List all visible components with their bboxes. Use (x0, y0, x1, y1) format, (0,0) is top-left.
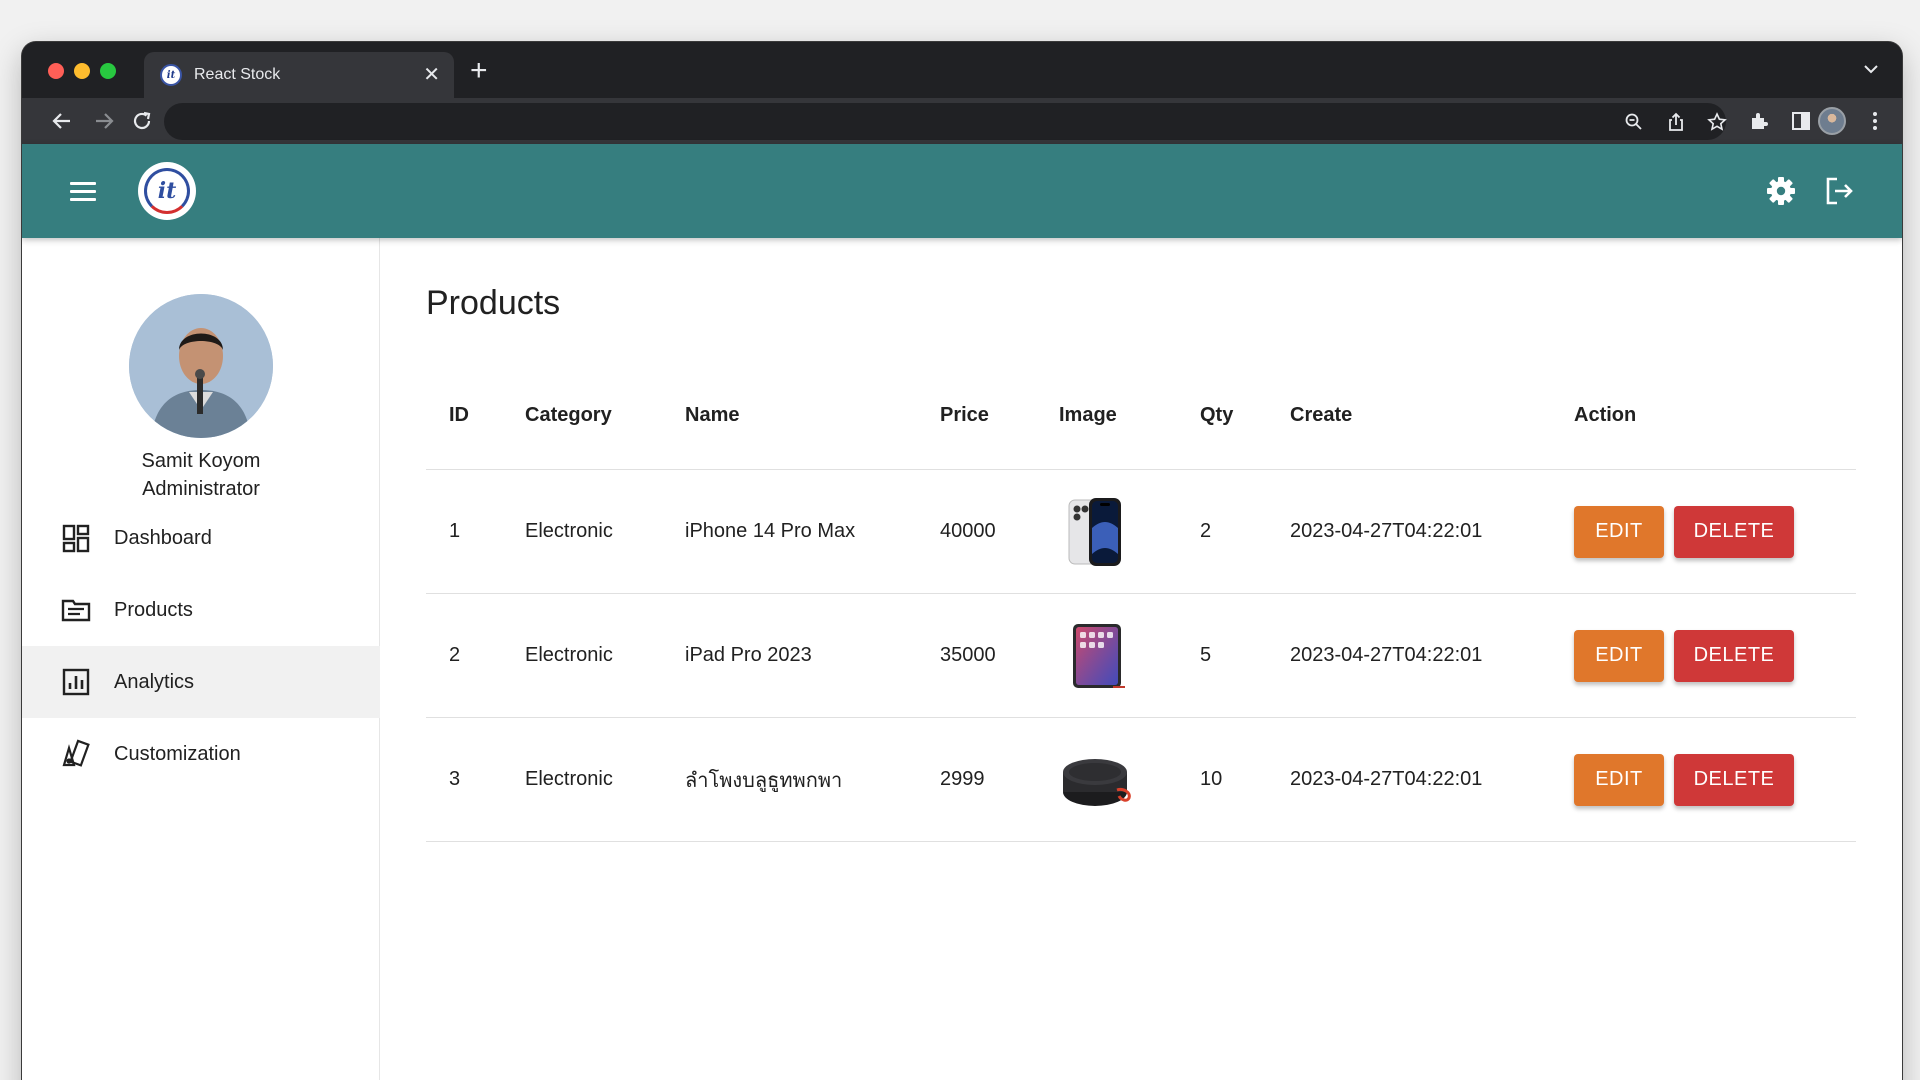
bookmark-star-icon[interactable] (1707, 112, 1727, 132)
minimize-window-button[interactable] (74, 63, 90, 79)
edit-button[interactable]: EDIT (1574, 629, 1664, 682)
settings-gear-icon[interactable] (1764, 174, 1798, 208)
side-panel-icon[interactable] (1790, 110, 1812, 132)
column-header-price[interactable]: Price (940, 362, 989, 469)
delete-button[interactable]: DELETE (1674, 753, 1794, 806)
reload-button[interactable] (128, 107, 156, 135)
maximize-window-button[interactable] (100, 63, 116, 79)
cell-image (1059, 718, 1135, 841)
address-bar[interactable] (164, 103, 1727, 140)
delete-button[interactable]: DELETE (1674, 505, 1794, 558)
cell-image (1059, 470, 1135, 593)
new-tab-button[interactable]: + (470, 56, 488, 86)
cell-price: 40000 (940, 520, 996, 542)
favicon-icon: it (160, 64, 182, 86)
column-header-image[interactable]: Image (1059, 362, 1117, 469)
profile-avatar[interactable] (1818, 107, 1846, 135)
cell-qty: 2 (1200, 520, 1212, 542)
products-table: ID Category Name Price Image Qty Create … (426, 362, 1856, 842)
cell-action: EDIT DELETE (1574, 718, 1794, 841)
sidebar-item-products[interactable]: Products (22, 574, 380, 646)
cell-name: ลำโพงบลูธูทพกพา (685, 769, 843, 792)
browser-window: it React Stock ✕ + it Samit Koyom Admini… (22, 42, 1902, 1080)
cell-name: iPhone 14 Pro Max (685, 520, 856, 542)
cell-id: 3 (449, 768, 461, 790)
cell-id: 1 (449, 520, 461, 542)
table-header: ID Category Name Price Image Qty Create … (426, 362, 1856, 470)
cell-category: Electronic (525, 520, 613, 542)
zoom-icon[interactable] (1624, 112, 1644, 132)
table-row: 3 Electronic ลำโพงบลูธูทพกพา 2999 10 202… (426, 718, 1856, 842)
cell-qty: 5 (1200, 644, 1212, 666)
tab-close-icon[interactable]: ✕ (423, 65, 440, 85)
cell-id: 2 (449, 644, 461, 666)
user-name: Samit Koyom (141, 450, 261, 472)
sidebar-item-customization[interactable]: Customization (22, 718, 380, 790)
dashboard-icon (62, 524, 90, 553)
browser-toolbar (22, 98, 1902, 144)
tab-strip: it React Stock ✕ + (22, 42, 1902, 98)
cell-action: EDIT DELETE (1574, 594, 1794, 717)
analytics-icon (62, 668, 90, 696)
table-row: 2 Electronic iPad Pro 2023 35000 5 2023-… (426, 594, 1856, 718)
products-icon (61, 599, 91, 622)
cell-create: 2023-04-27T04:22:01 (1290, 644, 1483, 666)
app-header: it (22, 144, 1902, 238)
column-header-category[interactable]: Category (525, 362, 612, 469)
column-header-name[interactable]: Name (685, 362, 739, 469)
cell-action: EDIT DELETE (1574, 470, 1794, 593)
cell-category: Electronic (525, 768, 613, 790)
forward-button[interactable] (90, 107, 118, 135)
ipad-image (1073, 623, 1125, 688)
sidebar: Samit Koyom Administrator Dashboard Prod… (22, 238, 380, 1080)
sidebar-item-label: Dashboard (114, 526, 212, 549)
cell-create: 2023-04-27T04:22:01 (1290, 768, 1483, 790)
sidebar-item-dashboard[interactable]: Dashboard (22, 502, 380, 574)
logo-mark: it (144, 168, 190, 214)
cell-price: 35000 (940, 644, 996, 666)
cell-price: 2999 (940, 768, 985, 790)
column-header-id[interactable]: ID (449, 362, 469, 469)
tab-search-chevron-icon[interactable] (1862, 60, 1880, 78)
app-viewport: it Samit Koyom Administrator Dashboard P… (22, 144, 1902, 1080)
tab-title: React Stock (194, 66, 281, 83)
cell-create: 2023-04-27T04:22:01 (1290, 520, 1483, 542)
page-title: Products (426, 284, 561, 322)
menu-toggle-icon[interactable] (70, 176, 100, 206)
cell-category: Electronic (525, 644, 613, 666)
back-button[interactable] (48, 107, 76, 135)
cell-qty: 10 (1200, 768, 1223, 790)
app-logo[interactable]: it (138, 162, 196, 220)
speaker-image (1063, 758, 1131, 806)
browser-menu-icon[interactable] (1864, 110, 1886, 132)
cell-name: iPad Pro 2023 (685, 644, 812, 666)
sidebar-item-analytics[interactable]: Analytics (22, 646, 380, 718)
table-row: 1 Electronic iPhone 14 Pro Max 40000 2 2… (426, 470, 1856, 594)
user-avatar (129, 294, 273, 438)
share-icon[interactable] (1666, 112, 1686, 132)
sidebar-item-label: Analytics (114, 670, 195, 693)
forward-arrow-icon (96, 113, 114, 129)
sidebar-item-label: Customization (114, 742, 241, 765)
reload-icon (133, 111, 151, 130)
user-role: Administrator (142, 478, 260, 500)
column-header-action: Action (1574, 404, 1637, 426)
close-window-button[interactable] (48, 63, 64, 79)
column-header-qty[interactable]: Qty (1200, 362, 1233, 469)
extensions-icon[interactable] (1748, 110, 1770, 132)
delete-button[interactable]: DELETE (1674, 629, 1794, 682)
browser-tab[interactable]: it React Stock ✕ (144, 52, 454, 98)
cell-image (1059, 594, 1135, 717)
column-header-create[interactable]: Create (1290, 362, 1352, 469)
iphone-image (1068, 497, 1121, 566)
back-arrow-icon (52, 113, 70, 129)
edit-button[interactable]: EDIT (1574, 505, 1664, 558)
logout-icon[interactable] (1822, 174, 1856, 208)
sidebar-item-label: Products (114, 598, 193, 621)
edit-button[interactable]: EDIT (1574, 753, 1664, 806)
customization-icon (62, 739, 90, 767)
